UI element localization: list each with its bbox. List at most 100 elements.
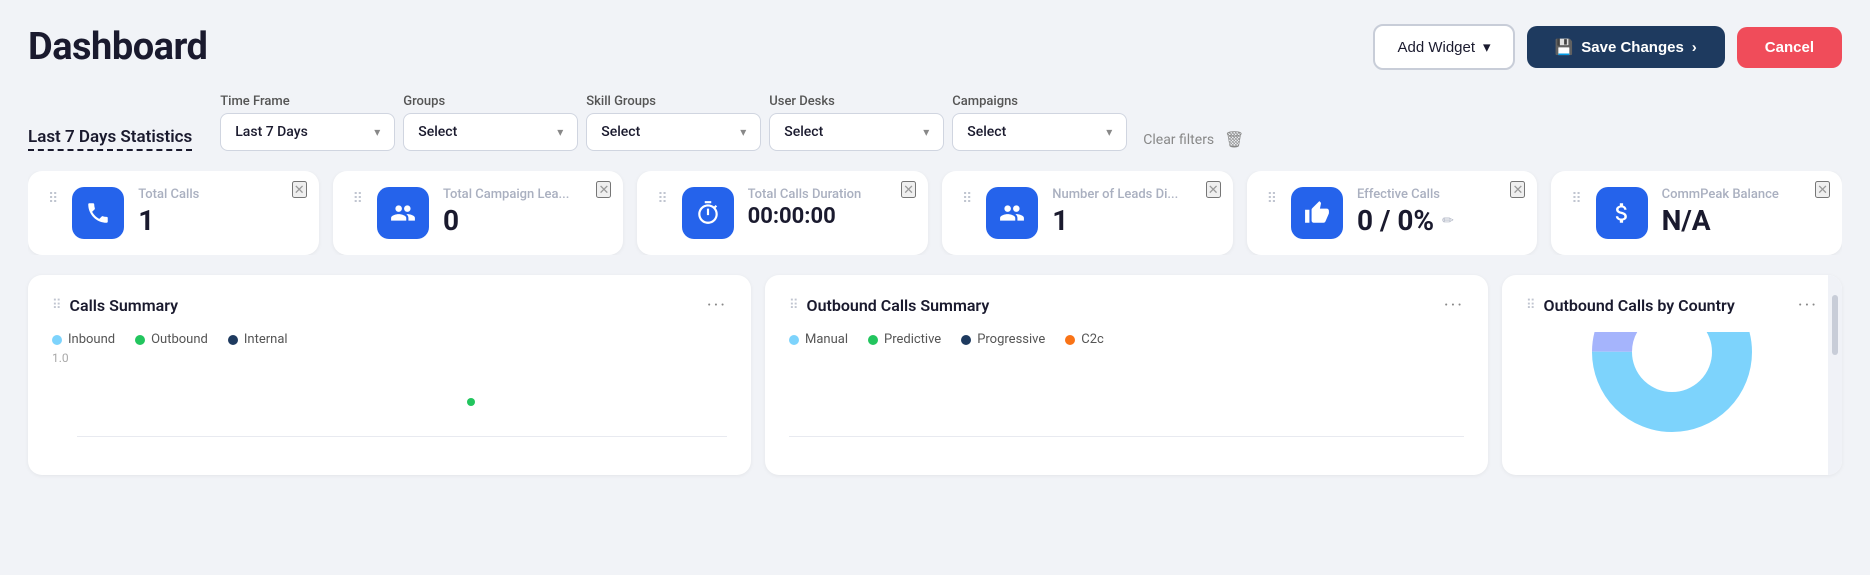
cancel-button[interactable]: Cancel	[1737, 27, 1842, 68]
legend-item-inbound: Inbound	[52, 332, 115, 347]
inbound-dot	[52, 335, 62, 345]
effective-calls-content: Effective Calls 0 / 0% ✏	[1357, 187, 1454, 238]
outbound-data-point	[467, 398, 475, 406]
stat-card-number-of-leads: ⠿ ✕ Number of Leads Di... 1	[942, 171, 1233, 255]
drag-handle-icon: ⠿	[1571, 191, 1581, 207]
drag-handle-icon: ⠿	[657, 191, 667, 207]
effective-calls-icon-wrap	[1291, 187, 1343, 239]
calls-summary-menu-button[interactable]: ···	[707, 295, 727, 316]
chevron-right-icon: ›	[1692, 39, 1697, 56]
commpeak-balance-content: CommPeak Balance N/A	[1662, 187, 1779, 238]
internal-dot	[228, 335, 238, 345]
close-commpeak-balance-button[interactable]: ✕	[1815, 181, 1830, 198]
campaign-leads-content: Total Campaign Lea... 0	[443, 187, 569, 238]
coin-icon	[1609, 200, 1635, 226]
save-changes-button[interactable]: 💾 Save Changes ›	[1527, 26, 1725, 68]
close-campaign-leads-button[interactable]: ✕	[596, 181, 611, 198]
stat-card-commpeak-balance: ⠿ ✕ CommPeak Balance N/A	[1551, 171, 1842, 255]
manual-label: Manual	[805, 332, 848, 347]
charts-row: ⠿ Calls Summary ··· Inbound Outbound Int…	[28, 275, 1842, 475]
predictive-label: Predictive	[884, 332, 941, 347]
skill-groups-value: Select	[601, 124, 640, 140]
number-of-leads-label: Number of Leads Di...	[1052, 187, 1178, 202]
chart-drag-handle-icon: ⠿	[52, 298, 62, 313]
chart-lines-area	[77, 357, 727, 437]
calls-duration-content: Total Calls Duration 00:00:00	[748, 187, 862, 230]
calls-duration-label: Total Calls Duration	[748, 187, 862, 202]
outbound-summary-title: Outbound Calls Summary	[807, 296, 990, 315]
cancel-label: Cancel	[1765, 39, 1814, 56]
calls-duration-icon-wrap	[682, 187, 734, 239]
campaigns-select[interactable]: Select ▾	[952, 113, 1127, 151]
close-number-of-leads-button[interactable]: ✕	[1206, 181, 1221, 198]
groups-filter: Groups Select ▾	[403, 94, 578, 151]
total-calls-label: Total Calls	[138, 187, 199, 202]
drag-handle-icon: ⠿	[48, 191, 58, 207]
outbound-chart-lines-area	[789, 357, 1464, 437]
user-desks-filter: User Desks Select ▾	[769, 94, 944, 151]
section-heading: Last 7 Days Statistics	[28, 127, 192, 151]
outbound-summary-chart-area	[789, 347, 1464, 437]
trash-icon[interactable]: 🗑	[1224, 130, 1244, 149]
stat-card-total-calls-duration: ⠿ ✕ Total Calls Duration 00:00:00	[637, 171, 928, 255]
clear-filters-button[interactable]: Clear filters	[1143, 132, 1214, 148]
thumbsup-icon	[1304, 200, 1330, 226]
outbound-summary-header: ⠿ Outbound Calls Summary ···	[789, 295, 1464, 316]
time-frame-label: Time Frame	[220, 94, 395, 109]
outbound-summary-menu-button[interactable]: ···	[1444, 295, 1464, 316]
campaigns-filter: Campaigns Select ▾	[952, 94, 1127, 151]
predictive-dot	[868, 335, 878, 345]
chevron-down-icon: ▾	[1483, 38, 1491, 56]
page-title: Dashboard	[28, 25, 207, 69]
time-frame-chevron-icon: ▾	[374, 125, 380, 139]
clear-filters-group: Clear filters 🗑	[1143, 130, 1244, 151]
number-of-leads-content: Number of Leads Di... 1	[1052, 187, 1178, 238]
internal-label: Internal	[244, 332, 288, 347]
groups-label: Groups	[403, 94, 578, 109]
campaigns-value: Select	[967, 124, 1006, 140]
pie-chart-svg	[1592, 332, 1752, 432]
outbound-country-header: ⠿ Outbound Calls by Country ···	[1526, 295, 1818, 316]
groups-select[interactable]: Select ▾	[403, 113, 578, 151]
stat-card-total-calls: ⠿ ✕ Total Calls 1	[28, 171, 319, 255]
calls-summary-title: Calls Summary	[70, 296, 179, 315]
scroll-thumb	[1832, 295, 1838, 355]
manual-dot	[789, 335, 799, 345]
campaign-leads-icon-wrap	[377, 187, 429, 239]
time-frame-select[interactable]: Last 7 Days ▾	[220, 113, 395, 151]
close-calls-duration-button[interactable]: ✕	[901, 181, 916, 198]
progressive-label: Progressive	[977, 332, 1045, 347]
leads-icon	[999, 200, 1025, 226]
legend-item-progressive: Progressive	[961, 332, 1045, 347]
outbound-country-menu-button[interactable]: ···	[1798, 295, 1818, 316]
close-total-calls-button[interactable]: ✕	[292, 181, 307, 198]
groups-chevron-icon: ▾	[557, 125, 563, 139]
c2c-label: C2c	[1081, 332, 1104, 347]
time-frame-filter: Time Frame Last 7 Days ▾	[220, 94, 395, 151]
header-row: Dashboard Add Widget ▾ 💾 Save Changes › …	[28, 24, 1842, 70]
save-icon: 💾	[1555, 38, 1574, 56]
scroll-bar	[1828, 275, 1842, 475]
c2c-dot	[1065, 335, 1075, 345]
outbound-country-title: Outbound Calls by Country	[1544, 296, 1735, 315]
edit-icon[interactable]: ✏	[1442, 213, 1454, 229]
calls-summary-title-row: ⠿ Calls Summary	[52, 296, 178, 315]
add-widget-label: Add Widget	[1397, 39, 1475, 56]
groups-value: Select	[418, 124, 457, 140]
drag-handle-icon: ⠿	[353, 191, 363, 207]
outbound-summary-legend: Manual Predictive Progressive C2c	[789, 332, 1464, 347]
stat-card-effective-calls: ⠿ ✕ Effective Calls 0 / 0% ✏	[1247, 171, 1538, 255]
skill-groups-select[interactable]: Select ▾	[586, 113, 761, 151]
add-widget-button[interactable]: Add Widget ▾	[1373, 24, 1514, 70]
filter-section: Last 7 Days Statistics Time Frame Last 7…	[28, 94, 1842, 151]
y-axis-label: 1.0	[52, 351, 69, 365]
user-desks-chevron-icon: ▾	[923, 125, 929, 139]
skill-groups-filter: Skill Groups Select ▾	[586, 94, 761, 151]
stat-card-total-campaign-leads: ⠿ ✕ Total Campaign Lea... 0	[333, 171, 624, 255]
campaigns-chevron-icon: ▾	[1106, 125, 1112, 139]
total-calls-value: 1	[138, 204, 199, 238]
user-desks-select[interactable]: Select ▾	[769, 113, 944, 151]
section-heading-group: Last 7 Days Statistics	[28, 127, 212, 151]
campaign-leads-label: Total Campaign Lea...	[443, 187, 569, 202]
close-effective-calls-button[interactable]: ✕	[1510, 181, 1525, 198]
